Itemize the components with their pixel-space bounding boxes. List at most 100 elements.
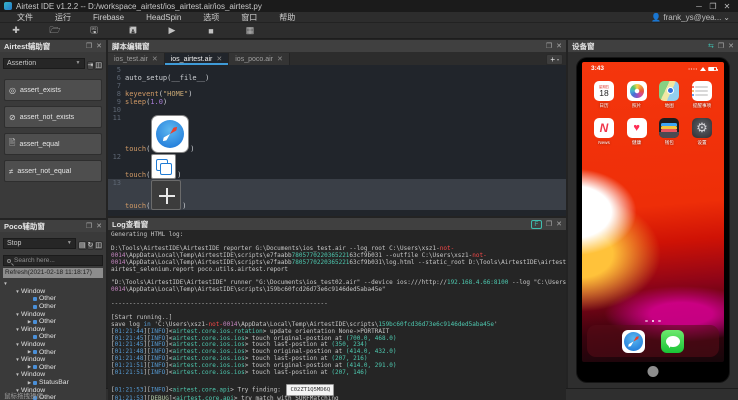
messages-dock-icon[interactable] xyxy=(661,330,684,353)
menu-item-窗口[interactable]: 窗口 xyxy=(230,12,268,23)
chevron-right-icon[interactable]: ▶ xyxy=(26,380,33,386)
tree-node[interactable]: ▼Window xyxy=(0,326,106,334)
close-panel-icon[interactable]: ✕ xyxy=(556,42,562,50)
close-panel-icon[interactable]: ✕ xyxy=(96,222,102,230)
log-line: [01:21:53][DEBUG]<airtest.core.api> try … xyxy=(111,396,563,400)
log-filter-button[interactable]: F xyxy=(531,220,542,229)
app-news[interactable]: NNews xyxy=(591,118,617,146)
assert_equal-button[interactable]: 🖹assert_equal xyxy=(4,133,102,155)
menu-item-帮助[interactable]: 帮助 xyxy=(268,12,306,23)
health-app-icon[interactable]: ♥ xyxy=(627,118,647,138)
float-panel-icon[interactable]: ❐ xyxy=(546,220,552,228)
screenshot-button[interactable]: ◫ xyxy=(94,61,103,70)
lock-button[interactable]: ▤ xyxy=(78,241,87,250)
code-token: ) xyxy=(182,202,186,210)
open-folder-icon[interactable]: 🗁 xyxy=(49,23,61,39)
chevron-down-icon[interactable]: ▼ xyxy=(14,357,21,362)
tree-node[interactable]: ▶StatusBar xyxy=(0,379,106,387)
safari-dock-icon[interactable] xyxy=(622,330,645,353)
menu-item-运行[interactable]: 运行 xyxy=(44,12,82,23)
tree-node[interactable]: ▶Other xyxy=(0,364,106,372)
stop-icon[interactable]: ■ xyxy=(205,26,217,36)
iphone-screen[interactable]: 3:43 •••• 星期四18日历照片地图提醒事项NNews♥健康钱包⚙设置 xyxy=(582,62,724,362)
rotate-device-icon[interactable]: ⇆ xyxy=(708,42,714,50)
app-reminders[interactable]: 提醒事项 xyxy=(689,81,715,109)
app-maps[interactable]: 地图 xyxy=(656,81,682,109)
assertion-dropdown[interactable]: Assertion ▼ xyxy=(3,58,85,69)
float-panel-icon[interactable]: ❐ xyxy=(86,42,92,50)
close-button[interactable]: ✕ xyxy=(720,2,734,11)
tree-node[interactable]: Other xyxy=(0,303,106,311)
assert_exists-button[interactable]: ◎assert_exists xyxy=(4,79,102,101)
menu-item-Firebase[interactable]: Firebase xyxy=(82,13,135,22)
float-panel-icon[interactable]: ❐ xyxy=(86,222,92,230)
app-wallet[interactable]: 钱包 xyxy=(656,118,682,146)
app-health[interactable]: ♥健康 xyxy=(624,118,650,146)
chevron-right-icon[interactable]: ▶ xyxy=(26,364,33,370)
minimize-button[interactable]: ─ xyxy=(692,2,706,11)
tree-node[interactable]: ▼Window xyxy=(0,356,106,364)
poco-search-input[interactable]: Search here... xyxy=(3,255,103,266)
tree-node[interactable]: Other xyxy=(0,295,106,303)
chevron-right-icon[interactable]: ▶ xyxy=(26,349,33,355)
tree-node[interactable]: ▼Window xyxy=(0,288,106,296)
menu-item-选项[interactable]: 选项 xyxy=(192,12,230,23)
chevron-down-icon[interactable]: ▼ xyxy=(14,327,21,332)
reminders-app-icon[interactable] xyxy=(692,81,712,101)
menu-item-文件[interactable]: 文件 xyxy=(6,12,44,23)
tab-ios_test.air[interactable]: ios_test.air✕ xyxy=(108,53,165,65)
log-output[interactable]: Generating HTML log:D:\Tools\AirtestIDE\… xyxy=(108,230,566,400)
close-panel-icon[interactable]: ✕ xyxy=(728,42,734,50)
code-editor[interactable]: 56auto_setup(__file__)78keyevent("HOME")… xyxy=(108,65,566,216)
photos-app-icon[interactable] xyxy=(627,81,647,101)
tree-node[interactable]: ▼Window xyxy=(0,310,106,318)
wallet-app-icon[interactable] xyxy=(659,118,679,138)
float-panel-icon[interactable]: ❐ xyxy=(718,42,724,50)
chevron-right-icon[interactable]: ▶ xyxy=(26,319,33,325)
save-icon[interactable]: 🖫 xyxy=(88,23,100,39)
app-calendar[interactable]: 星期四18日历 xyxy=(591,81,617,109)
report-icon[interactable]: ▦ xyxy=(244,25,256,36)
float-panel-icon[interactable]: ❐ xyxy=(546,42,552,50)
app-settings[interactable]: ⚙设置 xyxy=(689,118,715,146)
chevron-down-icon[interactable]: ▼ xyxy=(14,342,21,347)
tab-ios_poco.air[interactable]: ios_poco.air✕ xyxy=(229,53,290,65)
chevron-down-icon[interactable]: ▼ xyxy=(2,281,9,286)
tree-node[interactable]: ▶Other xyxy=(0,348,106,356)
close-tab-icon[interactable]: ✕ xyxy=(277,55,283,63)
code-token: touch xyxy=(125,202,146,210)
log-token: airtest_selenium.report poco.utils.airte… xyxy=(111,266,288,273)
new-script-icon[interactable]: ✚ xyxy=(10,25,22,36)
assert_not_exists-button[interactable]: ⊘assert_not_exists xyxy=(4,106,102,128)
message-bubble-icon xyxy=(666,336,680,347)
capture-button[interactable]: ◫ xyxy=(94,241,103,250)
save-as-icon[interactable]: 🖪 xyxy=(127,23,139,39)
tree-node[interactable]: ▶Other xyxy=(0,318,106,326)
maximize-button[interactable]: ❐ xyxy=(706,2,720,11)
new-script-button[interactable]: + ▾ xyxy=(546,54,563,65)
chevron-down-icon[interactable]: ▼ xyxy=(14,289,21,294)
home-button[interactable] xyxy=(648,366,659,377)
chevron-down-icon[interactable]: ▼ xyxy=(14,312,21,317)
poco-refresh-row[interactable]: Refresh(2021-02-18 11:18:17) xyxy=(3,268,103,278)
poco-mode-dropdown[interactable]: Stop ▼ xyxy=(3,238,76,249)
close-tab-icon[interactable]: ✕ xyxy=(216,55,222,63)
assert_not_equal-button[interactable]: ≠assert_not_equal xyxy=(4,160,102,182)
tree-node[interactable]: ▼ xyxy=(0,280,106,288)
close-panel-icon[interactable]: ✕ xyxy=(556,220,562,228)
tree-node[interactable]: ▼Window xyxy=(0,371,106,379)
settings-app-icon[interactable]: ⚙ xyxy=(692,118,712,138)
news-app-icon[interactable]: N xyxy=(594,118,614,138)
app-photos[interactable]: 照片 xyxy=(624,81,650,109)
close-panel-icon[interactable]: ✕ xyxy=(96,42,102,50)
account-menu[interactable]: 👤 frank_ys@yea... ⌄ xyxy=(651,13,738,22)
tree-node[interactable]: Other xyxy=(0,333,106,341)
run-icon[interactable]: ▶ xyxy=(166,25,178,36)
calendar-app-icon[interactable]: 星期四18 xyxy=(594,81,614,101)
close-tab-icon[interactable]: ✕ xyxy=(152,55,158,63)
maps-app-icon[interactable] xyxy=(659,81,679,101)
tab-ios_airtest.air[interactable]: ios_airtest.air✕ xyxy=(165,53,230,65)
menu-item-HeadSpin[interactable]: HeadSpin xyxy=(135,13,192,22)
tree-node[interactable]: ▼Window xyxy=(0,341,106,349)
chevron-down-icon[interactable]: ▼ xyxy=(14,372,21,377)
